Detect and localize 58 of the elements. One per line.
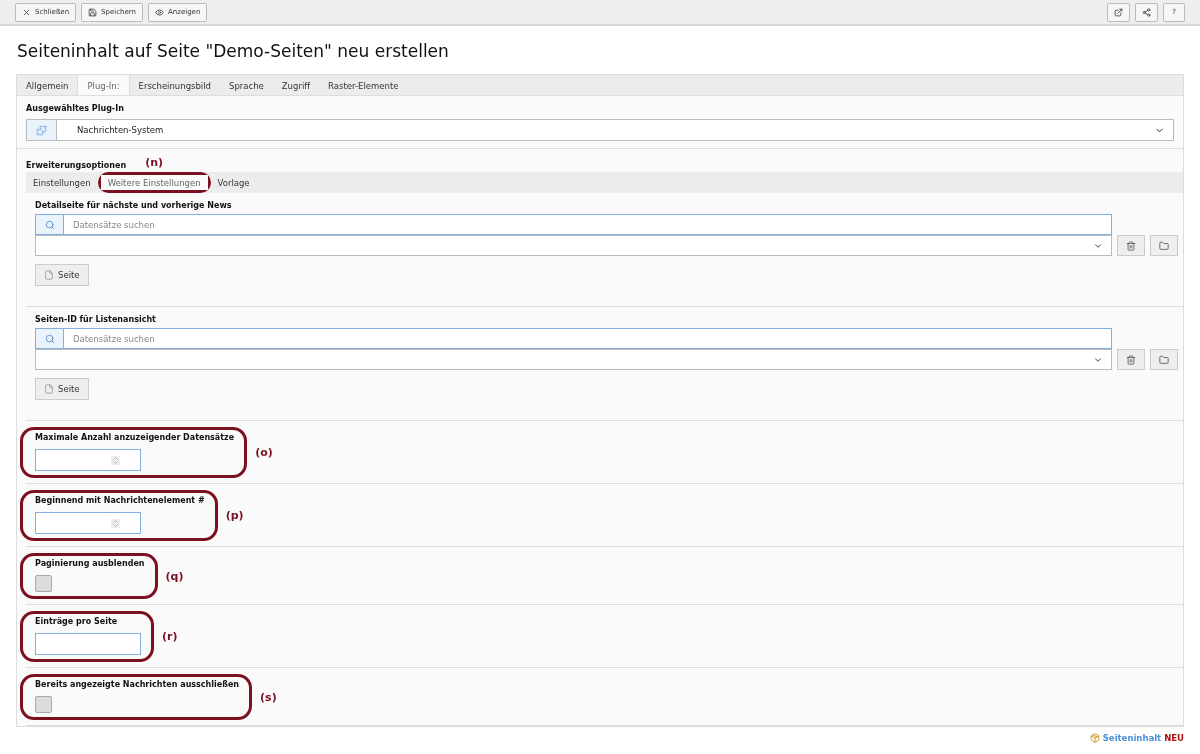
tab[interactable]: Plug-In: xyxy=(77,75,130,97)
record-list[interactable] xyxy=(35,349,1112,370)
tab[interactable]: Weitere Einstellungen xyxy=(100,175,208,190)
delete-button[interactable] xyxy=(1117,349,1145,370)
field-label: Maximale Anzahl anzuzeigender Datensätze xyxy=(35,433,235,442)
page-button[interactable]: Seite xyxy=(35,264,89,286)
checkbox[interactable] xyxy=(35,575,52,592)
share-icon xyxy=(1142,7,1151,17)
tab[interactable]: Raster-Elemente xyxy=(319,75,408,96)
field-label: Paginierung ausblenden xyxy=(35,559,145,568)
tab[interactable]: Erscheinungsbild xyxy=(129,75,220,96)
search-field[interactable]: Datensätze suchen xyxy=(35,214,1112,235)
tab[interactable]: Zugriff xyxy=(272,75,320,96)
search-icon xyxy=(44,333,55,344)
section-label: Erweiterungsoptionen xyxy=(26,161,127,170)
field-label: Seiten-ID für Listenansicht xyxy=(35,315,156,324)
spinner-icon xyxy=(111,518,120,528)
annotation-label: (q) xyxy=(165,569,184,583)
folder-icon xyxy=(1159,354,1169,365)
field-label: Bereits angezeigte Nachrichten ausschließen xyxy=(35,680,240,689)
share-button[interactable] xyxy=(1135,2,1158,22)
trash-icon xyxy=(1126,240,1136,251)
annotation-label: (r) xyxy=(162,630,178,643)
new-label: NEU xyxy=(1164,733,1184,743)
page-button[interactable]: Seite xyxy=(35,378,89,400)
browse-button[interactable] xyxy=(1150,349,1178,370)
page-icon xyxy=(44,384,54,394)
trash-icon xyxy=(1126,354,1136,365)
field-label: Detailseite für nächste und vorherige News xyxy=(35,201,232,210)
field-label: Ausgewähltes Plug-In xyxy=(26,104,124,113)
text-input[interactable] xyxy=(35,633,141,655)
browse-button[interactable] xyxy=(1150,235,1178,256)
plugin-select[interactable]: Nachrichten-System xyxy=(26,119,1174,141)
external-link-icon xyxy=(1114,7,1123,17)
page-icon xyxy=(44,270,54,280)
eye-icon xyxy=(155,7,164,17)
annotation-label: (p) xyxy=(225,509,244,522)
folder-icon xyxy=(1159,240,1169,251)
annotation-label: (o) xyxy=(255,446,273,459)
search-icon xyxy=(44,219,55,230)
checkbox[interactable] xyxy=(35,696,52,713)
record-list[interactable] xyxy=(35,235,1112,256)
annotation-label: (s) xyxy=(260,690,277,704)
tab[interactable]: Vorlage xyxy=(210,172,257,193)
open-external-button[interactable] xyxy=(1107,2,1130,22)
annotation-label: (n) xyxy=(145,156,163,169)
spinner-icon xyxy=(111,455,120,465)
search-field[interactable]: Datensätze suchen xyxy=(35,328,1112,349)
tab[interactable]: Sprache xyxy=(220,75,273,96)
number-input[interactable] xyxy=(35,449,141,471)
number-input[interactable] xyxy=(35,512,141,534)
page-title: Seiteninhalt auf Seite "Demo-Seiten" neu erstellen xyxy=(17,41,450,61)
field-label: Beginnend mit Nachrichtenelement # xyxy=(35,496,205,505)
field-label: Einträge pro Seite xyxy=(35,617,118,626)
close-icon xyxy=(22,7,31,17)
tab[interactable]: Einstellungen xyxy=(26,172,98,193)
tab[interactable]: Allgemein xyxy=(17,75,78,96)
delete-button[interactable] xyxy=(1117,235,1145,256)
